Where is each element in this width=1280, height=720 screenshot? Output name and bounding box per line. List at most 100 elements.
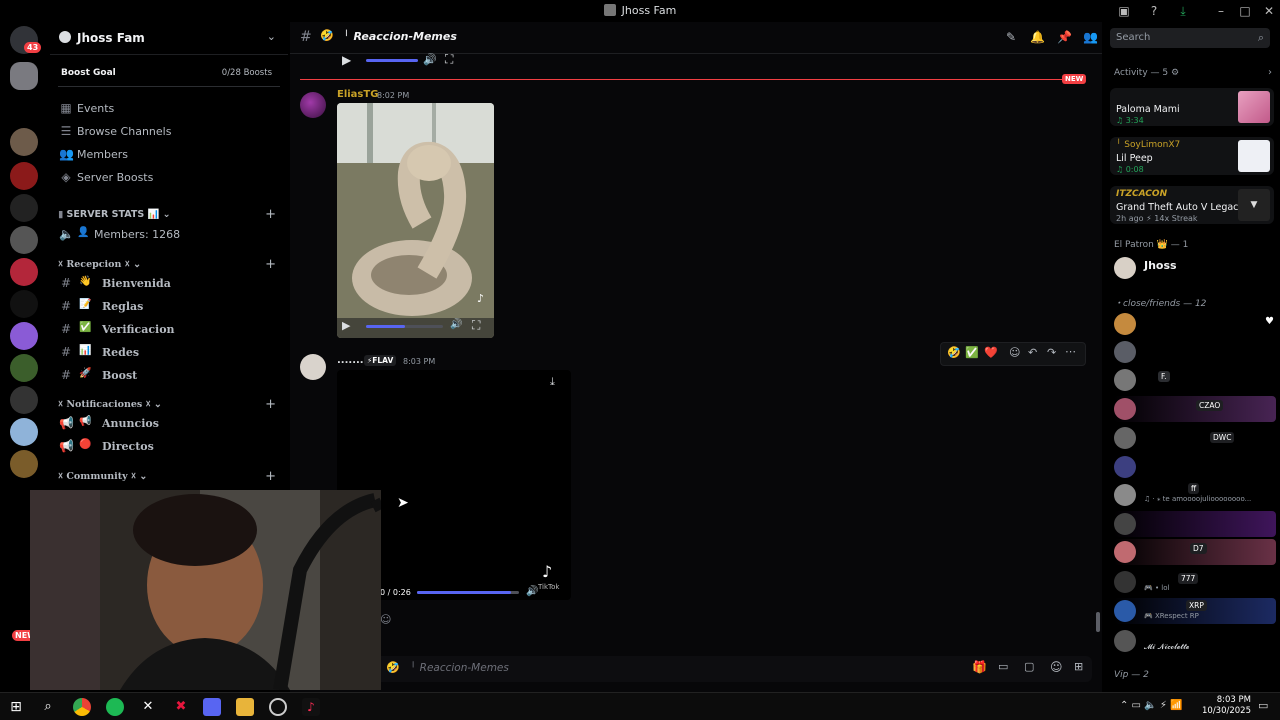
chevron-right-icon[interactable]: ›: [1268, 67, 1272, 78]
app-icon[interactable]: ✖: [172, 698, 190, 716]
reaction-laugh[interactable]: 🤣: [947, 346, 961, 359]
boost-goal[interactable]: Boost Goal 0/28 Boosts: [50, 62, 288, 84]
channel-verificacion[interactable]: # ✅ Verificacion: [50, 319, 288, 341]
chevron-down-icon[interactable]: ⌄: [267, 30, 276, 43]
category-server-stats[interactable]: ▮ SERVER STATS 📊 ⌄: [58, 209, 171, 225]
channel-directos[interactable]: 📢 🔴 Directos: [50, 436, 288, 458]
chrome-icon[interactable]: [73, 698, 91, 716]
server-icon-8[interactable]: [10, 322, 38, 350]
nav-browse-channels[interactable]: ☰ Browse Channels: [50, 121, 288, 143]
server-icon-1[interactable]: [10, 62, 38, 90]
member-item[interactable]: [1114, 511, 1276, 537]
activity-card[interactable]: ╵ SoyLimonX7 Lil Peep ♫ 0:08: [1110, 137, 1274, 175]
file-explorer-icon[interactable]: [236, 698, 254, 716]
gif-icon[interactable]: ▭: [998, 660, 1008, 673]
server-icon-9[interactable]: [10, 354, 38, 382]
add-channel-icon[interactable]: +: [265, 257, 276, 272]
member-item[interactable]: [1114, 339, 1276, 365]
server-icon-5[interactable]: [10, 226, 38, 254]
server-icon-7[interactable]: [10, 290, 38, 318]
add-reaction-icon[interactable]: ☺: [1009, 346, 1020, 359]
member-item[interactable]: XRP 🎮 XRespect RP: [1114, 598, 1276, 624]
video-progress[interactable]: [366, 325, 443, 328]
tray-icons[interactable]: ⌃ ▭ 🔈 ⚡ 📶: [1120, 700, 1182, 711]
minimize-icon[interactable]: –: [1213, 3, 1229, 19]
maximize-icon[interactable]: □: [1237, 3, 1253, 19]
member-item[interactable]: DWC: [1114, 425, 1276, 451]
add-channel-icon[interactable]: +: [265, 397, 276, 412]
server-header[interactable]: Jhoss Fam ⌄: [50, 22, 288, 55]
member-item[interactable]: F.: [1114, 367, 1276, 393]
activity-card[interactable]: Paloma Mami ♫ 3:34: [1110, 88, 1274, 126]
audio-progress[interactable]: [366, 59, 418, 62]
volume-icon[interactable]: 🔊: [450, 319, 462, 330]
apps-icon[interactable]: ⊞: [1074, 660, 1083, 673]
member-item[interactable]: [1114, 454, 1276, 480]
add-channel-icon[interactable]: +: [265, 207, 276, 222]
capcut-icon[interactable]: ✕: [139, 698, 157, 716]
message-composer[interactable]: 🤣 ╵ Reaccion-Memes 🎁 ▭ ▢ ☺ ⊞: [374, 656, 1092, 682]
help-icon[interactable]: ?: [1146, 3, 1162, 19]
fullscreen-icon[interactable]: ⛶: [472, 318, 480, 333]
avatar[interactable]: [300, 354, 326, 380]
nav-events[interactable]: ▦ Events: [50, 98, 288, 120]
channel-anuncios[interactable]: 📢 📢 Anuncios: [50, 413, 288, 435]
volume-icon[interactable]: 🔊: [526, 586, 538, 597]
video-attachment[interactable]: [337, 103, 494, 338]
server-icon-12[interactable]: [10, 450, 38, 478]
volume-icon[interactable]: 🔊: [423, 53, 437, 66]
member-item[interactable]: 𝓜𝓲 𝓝𝓲𝓬𝓸𝓵𝓮𝓽𝓽𝓮: [1114, 628, 1276, 654]
fullscreen-icon[interactable]: ⛶: [445, 52, 453, 67]
discord-icon[interactable]: [203, 698, 221, 716]
reaction-heart[interactable]: ❤️: [984, 346, 998, 359]
server-icon-2[interactable]: [10, 128, 38, 156]
notification-icon[interactable]: ▭: [1258, 699, 1268, 712]
activity-card[interactable]: ITZCACON Grand Theft Auto V Legacy 2h ag…: [1110, 186, 1274, 224]
gift-icon[interactable]: 🎁: [972, 660, 987, 674]
member-item[interactable]: ff ♫ · ⁎ te amoooojulioooooooo...: [1114, 482, 1276, 508]
search-icon[interactable]: ⌕: [39, 698, 57, 716]
spotify-icon[interactable]: [106, 698, 124, 716]
member-item[interactable]: Jhoss: [1114, 255, 1276, 281]
channel-bienvenida[interactable]: # 👋 Bienvenida: [50, 273, 288, 295]
channel-redes[interactable]: # 📊 Redes: [50, 342, 288, 364]
member-item[interactable]: 777 🎮 • lol: [1114, 569, 1276, 595]
server-icon-6[interactable]: [10, 258, 38, 286]
message-author[interactable]: EliasTG: [337, 89, 378, 100]
avatar[interactable]: [300, 92, 326, 118]
clock-date[interactable]: 10/30/2025: [1199, 706, 1251, 716]
threads-icon[interactable]: ✎: [1004, 30, 1018, 44]
play-icon[interactable]: ▶: [342, 319, 350, 332]
add-reaction-icon[interactable]: ☺: [380, 613, 391, 626]
channel-boost[interactable]: # 🚀 Boost: [50, 365, 288, 387]
reaction-check[interactable]: ✅: [965, 346, 979, 359]
inbox-icon[interactable]: ▣: [1116, 3, 1132, 19]
scrollbar-thumb[interactable]: [1096, 612, 1100, 632]
server-icon-10[interactable]: [10, 386, 38, 414]
download-icon[interactable]: ⤓: [550, 375, 555, 389]
sticker-icon[interactable]: ▢: [1024, 660, 1034, 673]
server-icon-11[interactable]: [10, 418, 38, 446]
obs-icon[interactable]: [269, 698, 287, 716]
video-progress[interactable]: [417, 591, 519, 594]
member-item[interactable]: ♥: [1114, 311, 1276, 337]
bell-icon[interactable]: 🔔: [1030, 30, 1045, 44]
more-icon[interactable]: ⋯: [1065, 345, 1076, 358]
search-input[interactable]: Search ⌕: [1110, 28, 1270, 48]
nav-server-boosts[interactable]: ◈ Server Boosts: [50, 167, 288, 189]
windows-start-icon[interactable]: ⊞: [7, 698, 25, 716]
channel-members-count[interactable]: 🔈 Members: 1268 👤: [50, 224, 288, 246]
emoji-picker-icon[interactable]: ☺: [1050, 660, 1063, 674]
member-list-icon[interactable]: 👥: [1083, 30, 1098, 44]
channel-reglas[interactable]: # 📝 Reglas: [50, 296, 288, 318]
reply-icon[interactable]: ↶: [1028, 346, 1037, 359]
member-item[interactable]: CZAO: [1114, 396, 1276, 422]
tiktok-icon[interactable]: ♪: [302, 698, 320, 716]
server-icon-4[interactable]: [10, 194, 38, 222]
member-item[interactable]: D7: [1114, 539, 1276, 565]
play-icon[interactable]: ▶: [342, 53, 351, 67]
download-icon[interactable]: ⤓: [1175, 3, 1191, 19]
category-community[interactable]: ☓ Community ☓ ⌄: [58, 471, 147, 487]
pin-icon[interactable]: 📌: [1057, 30, 1072, 44]
nav-members[interactable]: 👥 Members: [50, 144, 288, 166]
